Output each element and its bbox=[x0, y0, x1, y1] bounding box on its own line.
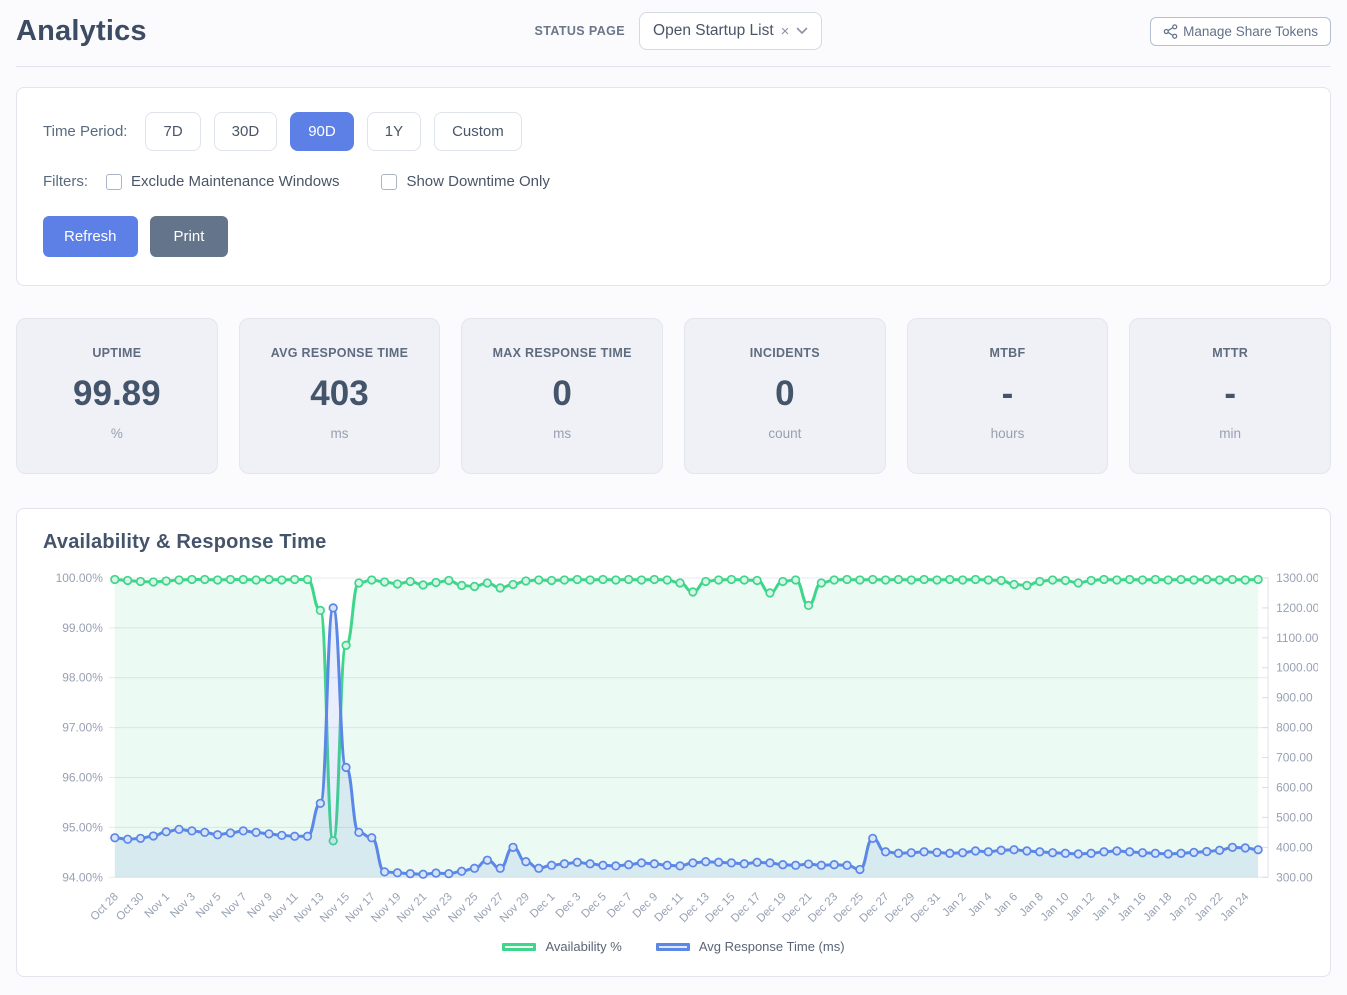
svg-text:600.00: 600.00 bbox=[1276, 780, 1313, 794]
stat-card-incidents: INCIDENTS 0 count bbox=[684, 318, 886, 474]
status-page-label: STATUS PAGE bbox=[535, 24, 626, 38]
svg-text:1000.00: 1000.00 bbox=[1276, 661, 1318, 675]
exclude-maintenance-option: Exclude Maintenance Windows bbox=[106, 173, 339, 190]
manage-share-tokens-button[interactable]: Manage Share Tokens bbox=[1150, 17, 1331, 46]
response-time-swatch bbox=[656, 943, 690, 951]
svg-text:Oct 30: Oct 30 bbox=[114, 891, 146, 923]
stat-value: 0 bbox=[693, 374, 877, 414]
svg-text:Dec 1: Dec 1 bbox=[528, 891, 558, 921]
stat-label: UPTIME bbox=[25, 346, 209, 360]
svg-text:1300.00: 1300.00 bbox=[1276, 571, 1318, 585]
exclude-maintenance-checkbox[interactable] bbox=[106, 174, 122, 190]
svg-text:300.00: 300.00 bbox=[1276, 870, 1313, 884]
status-page-value: Open Startup List bbox=[653, 22, 774, 40]
status-page-select[interactable]: Open Startup List × bbox=[639, 12, 822, 50]
chevron-down-icon[interactable] bbox=[796, 27, 808, 35]
svg-text:94.00%: 94.00% bbox=[62, 870, 103, 884]
availability-chart: 100.00% 99.00% 98.00% 97.00% 96.00% 95.00% 94.… bbox=[29, 564, 1318, 975]
period-button-90d[interactable]: 90D bbox=[290, 112, 354, 151]
svg-text:Nov 5: Nov 5 bbox=[194, 891, 224, 921]
time-period-label: Time Period: bbox=[43, 123, 127, 140]
svg-text:Dec 5: Dec 5 bbox=[579, 891, 609, 921]
stat-value: 99.89 bbox=[25, 374, 209, 414]
exclude-maintenance-label: Exclude Maintenance Windows bbox=[131, 173, 339, 190]
share-icon bbox=[1163, 24, 1178, 39]
svg-text:Nov 7: Nov 7 bbox=[220, 891, 250, 921]
stat-card-mtbf: MTBF - hours bbox=[907, 318, 1109, 474]
svg-text:96.00%: 96.00% bbox=[62, 770, 103, 784]
legend-item-availability[interactable]: Availability % bbox=[502, 939, 621, 954]
stat-label: MTBF bbox=[916, 346, 1100, 360]
actions-row: Refresh Print bbox=[43, 216, 1304, 257]
svg-text:Dec 7: Dec 7 bbox=[605, 891, 635, 921]
svg-text:400.00: 400.00 bbox=[1276, 840, 1313, 854]
svg-text:Jan 24: Jan 24 bbox=[1219, 890, 1252, 923]
show-downtime-label: Show Downtime Only bbox=[406, 173, 549, 190]
stat-unit: min bbox=[1138, 426, 1322, 441]
svg-text:98.00%: 98.00% bbox=[62, 671, 103, 685]
svg-text:900.00: 900.00 bbox=[1276, 691, 1313, 705]
stat-label: AVG RESPONSE TIME bbox=[248, 346, 432, 360]
legend-label: Avg Response Time (ms) bbox=[699, 939, 845, 954]
stat-value: 403 bbox=[248, 374, 432, 414]
legend-item-response-time[interactable]: Avg Response Time (ms) bbox=[656, 939, 845, 954]
period-button-7d[interactable]: 7D bbox=[145, 112, 200, 151]
stat-value: - bbox=[916, 374, 1100, 414]
stat-unit: count bbox=[693, 426, 877, 441]
svg-text:Dec 3: Dec 3 bbox=[554, 891, 584, 921]
availability-swatch bbox=[502, 943, 536, 951]
svg-text:700.00: 700.00 bbox=[1276, 751, 1313, 765]
manage-share-tokens-label: Manage Share Tokens bbox=[1183, 24, 1318, 39]
chart-title: Availability & Response Time bbox=[43, 531, 1318, 554]
svg-text:Jan 6: Jan 6 bbox=[992, 891, 1020, 919]
legend-label: Availability % bbox=[545, 939, 621, 954]
period-button-custom[interactable]: Custom bbox=[434, 112, 522, 151]
svg-text:800.00: 800.00 bbox=[1276, 721, 1313, 735]
stat-unit: % bbox=[25, 426, 209, 441]
filters-label: Filters: bbox=[43, 173, 88, 190]
svg-text:Oct 28: Oct 28 bbox=[89, 891, 121, 923]
filters-row: Filters: Exclude Maintenance Windows Sho… bbox=[43, 173, 1304, 190]
stat-unit: ms bbox=[470, 426, 654, 441]
refresh-button[interactable]: Refresh bbox=[43, 216, 138, 257]
show-downtime-checkbox[interactable] bbox=[381, 174, 397, 190]
stat-card-max-response: MAX RESPONSE TIME 0 ms bbox=[461, 318, 663, 474]
stat-card-uptime: UPTIME 99.89 % bbox=[16, 318, 218, 474]
filter-panel: Time Period: 7D 30D 90D 1Y Custom Filter… bbox=[16, 87, 1331, 286]
svg-text:Nov 3: Nov 3 bbox=[168, 891, 198, 921]
svg-text:100.00%: 100.00% bbox=[56, 571, 104, 585]
svg-text:Jan 2: Jan 2 bbox=[940, 891, 968, 919]
stat-unit: hours bbox=[916, 426, 1100, 441]
chart-legend: Availability % Avg Response Time (ms) bbox=[29, 939, 1318, 964]
print-button[interactable]: Print bbox=[150, 216, 229, 257]
svg-text:Jan 4: Jan 4 bbox=[966, 890, 995, 919]
show-downtime-option: Show Downtime Only bbox=[381, 173, 549, 190]
svg-text:97.00%: 97.00% bbox=[62, 721, 103, 735]
stat-unit: ms bbox=[248, 426, 432, 441]
stat-value: 0 bbox=[470, 374, 654, 414]
stat-label: INCIDENTS bbox=[693, 346, 877, 360]
svg-text:1200.00: 1200.00 bbox=[1276, 601, 1318, 615]
svg-text:Nov 1: Nov 1 bbox=[143, 891, 173, 921]
svg-text:500.00: 500.00 bbox=[1276, 810, 1313, 824]
svg-text:95.00%: 95.00% bbox=[62, 820, 103, 834]
chart-canvas: 100.00% 99.00% 98.00% 97.00% 96.00% 95.00% 94.… bbox=[29, 564, 1318, 975]
stat-label: MAX RESPONSE TIME bbox=[470, 346, 654, 360]
header: Analytics STATUS PAGE Open Startup List … bbox=[16, 0, 1331, 67]
svg-text:1100.00: 1100.00 bbox=[1276, 631, 1318, 645]
x-axis-labels: Oct 28Oct 30Nov 1Nov 3Nov 5Nov 7Nov 9Nov… bbox=[89, 890, 1252, 925]
chart-panel: Availability & Response Time 100.00% 99.0… bbox=[16, 508, 1331, 977]
stat-card-avg-response: AVG RESPONSE TIME 403 ms bbox=[239, 318, 441, 474]
stat-label: MTTR bbox=[1138, 346, 1322, 360]
page-title: Analytics bbox=[16, 15, 147, 48]
time-period-row: Time Period: 7D 30D 90D 1Y Custom bbox=[43, 112, 1304, 151]
stat-value: - bbox=[1138, 374, 1322, 414]
stats-row: UPTIME 99.89 % AVG RESPONSE TIME 403 ms … bbox=[16, 318, 1331, 474]
stat-card-mttr: MTTR - min bbox=[1129, 318, 1331, 474]
svg-text:99.00%: 99.00% bbox=[62, 621, 103, 635]
clear-selection-icon[interactable]: × bbox=[781, 24, 790, 39]
status-page-group: STATUS PAGE Open Startup List × bbox=[475, 12, 823, 50]
period-button-1y[interactable]: 1Y bbox=[367, 112, 421, 151]
period-button-30d[interactable]: 30D bbox=[214, 112, 278, 151]
